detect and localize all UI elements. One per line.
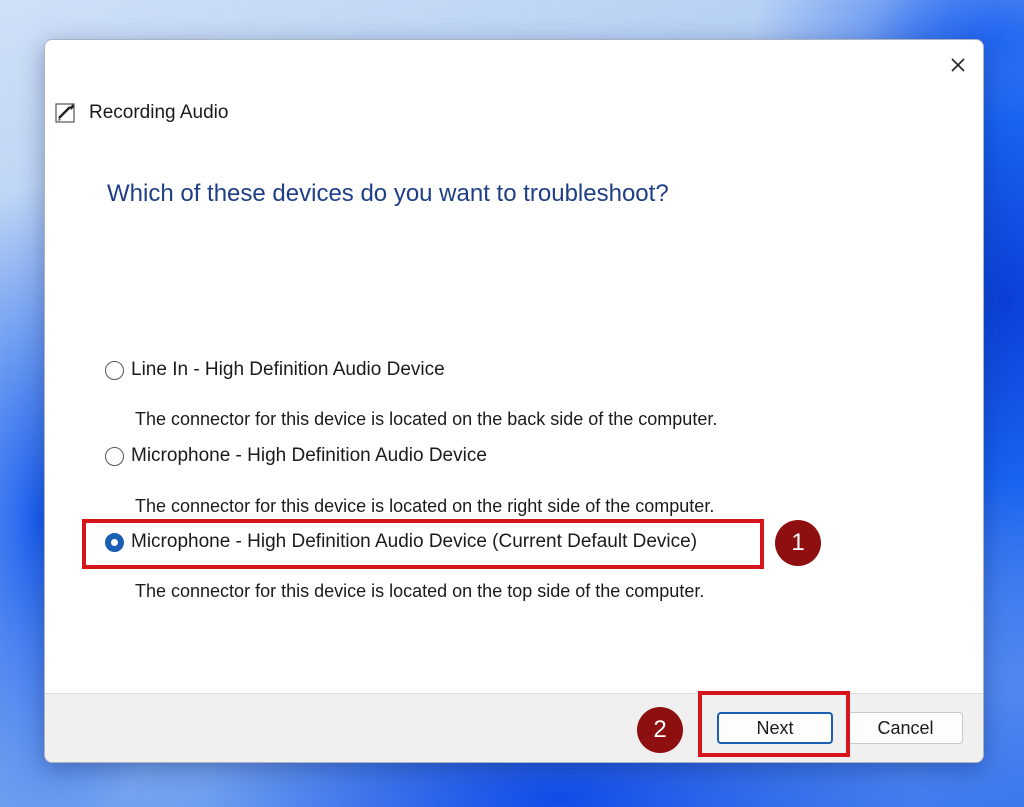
option-description: The connector for this device is located… — [135, 496, 715, 516]
option-label: Line In - High Definition Audio Device — [131, 359, 445, 380]
selection-highlight — [82, 519, 764, 569]
option-line-in[interactable]: Line In - High Definition Audio Device — [105, 356, 445, 384]
cancel-button[interactable]: Cancel — [848, 712, 963, 744]
step-marker-2: 2 — [637, 707, 683, 753]
close-icon — [951, 58, 965, 72]
next-highlight — [698, 691, 850, 757]
radio-line-in[interactable] — [105, 360, 124, 380]
step-marker-1: 1 — [775, 520, 821, 566]
option-microphone-right[interactable]: Microphone - High Definition Audio Devic… — [105, 442, 487, 470]
close-button[interactable] — [944, 50, 972, 78]
option-label: Microphone - High Definition Audio Devic… — [131, 445, 487, 466]
page-heading: Which of these devices do you want to tr… — [107, 180, 669, 207]
option-description: The connector for this device is located… — [135, 581, 705, 601]
radio-microphone-right[interactable] — [105, 446, 124, 466]
option-description: The connector for this device is located… — [135, 409, 718, 429]
pen-paper-icon — [55, 102, 77, 124]
dialog-title: Recording Audio — [89, 102, 229, 123]
troubleshooter-dialog: Recording Audio Which of these devices d… — [44, 39, 984, 763]
